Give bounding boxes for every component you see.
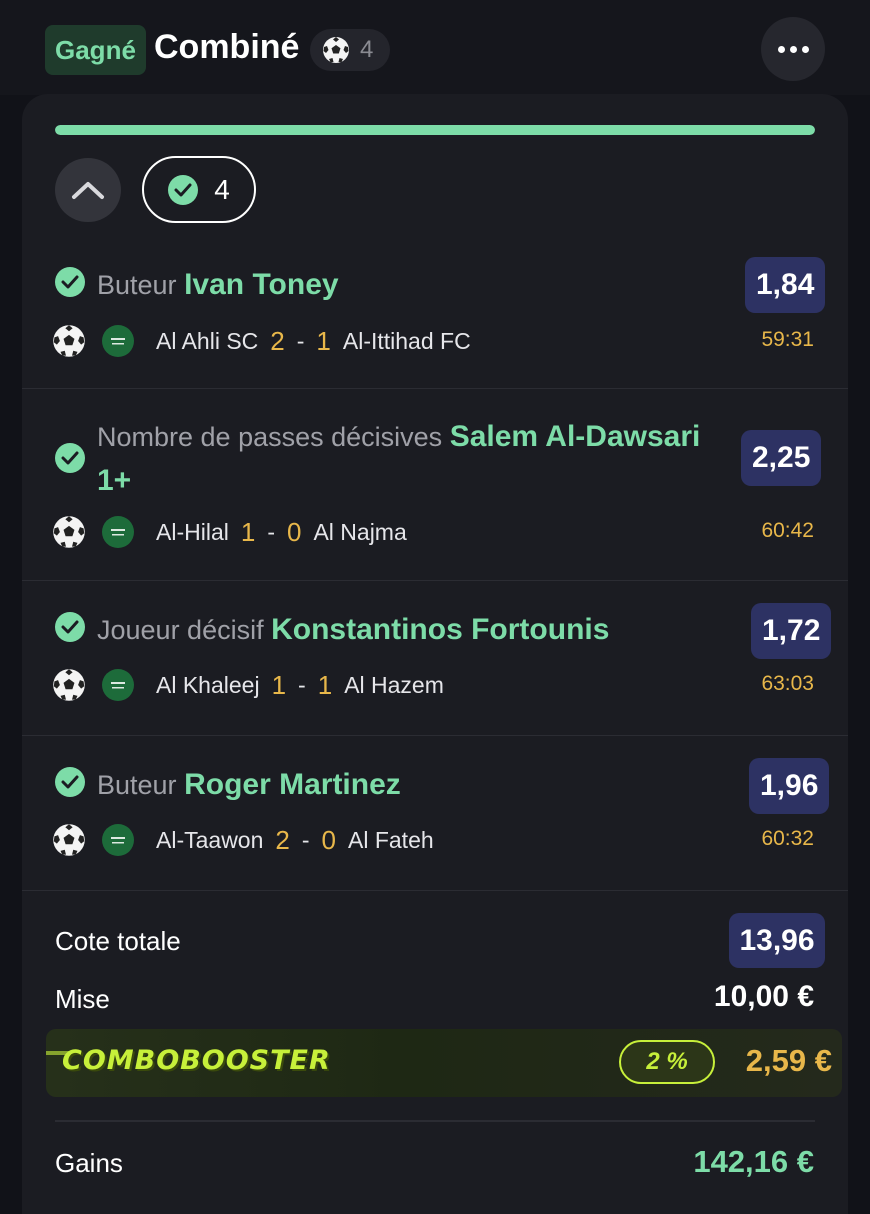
saudi-flag-icon: [102, 669, 134, 701]
winnings-value: 142,16 €: [693, 1144, 814, 1179]
selection-title: Buteur Ivan Toney: [55, 263, 717, 307]
selection-item[interactable]: Buteur Ivan Toney 1,84 Al Ahli SC 2 - 1 …: [22, 234, 848, 389]
more-options-button[interactable]: [761, 17, 825, 81]
player-name: Konstantinos Fortounis: [271, 613, 610, 646]
selection-title: Nombre de passes décisives Salem Al-Daws…: [55, 415, 737, 503]
check-icon: [168, 174, 199, 205]
home-team: Al-Taawon: [156, 826, 264, 853]
check-icon: [55, 443, 85, 473]
stake-label: Mise: [55, 984, 110, 1014]
bet-card: 4 Buteur Ivan Toney 1,84 Al Ahli SC 2 - …: [22, 94, 848, 1214]
match-row: Al-Hilal 1 - 0 Al Najma: [52, 512, 407, 552]
match-row: Al Ahli SC 2 - 1 Al-Ittihad FC: [52, 321, 471, 361]
match-time: 63:03: [761, 672, 814, 695]
total-odds-badge: 13,96: [729, 913, 825, 968]
home-score: 2: [275, 824, 290, 855]
won-count: 4: [214, 173, 230, 205]
market-label: Nombre de passes décisives: [97, 422, 443, 452]
odds-badge: 1,72: [751, 603, 832, 659]
selection-title: Joueur décisif Konstantinos Fortounis: [55, 608, 737, 652]
away-score: 1: [316, 325, 331, 356]
away-team: Al Hazem: [344, 671, 444, 698]
chevron-up-icon: [72, 182, 104, 199]
soccer-ball-icon: [53, 824, 85, 856]
check-icon: [55, 267, 85, 297]
won-count-pill[interactable]: 4: [142, 156, 256, 223]
selection-item[interactable]: Buteur Roger Martinez 1,96 Al-Taawon 2 -…: [22, 736, 848, 891]
bet-header: Gagné Combiné 4: [0, 0, 870, 95]
bet-title: Combiné: [154, 28, 300, 66]
match-time: 60:32: [761, 827, 814, 850]
combo-booster-banner: COMBOBOOSTER 2 % 2,59 €: [46, 1029, 842, 1097]
winnings-label: Gains: [55, 1148, 123, 1178]
market-label: Buteur: [97, 270, 177, 300]
odds-badge: 1,96: [749, 758, 830, 814]
away-team: Al Fateh: [348, 826, 434, 853]
saudi-flag-icon: [102, 824, 134, 856]
divider: [55, 1120, 815, 1122]
check-icon: [55, 612, 85, 642]
booster-amount: 2,59 €: [745, 1043, 832, 1078]
market-label: Joueur décisif: [97, 615, 264, 645]
saudi-flag-icon: [102, 325, 134, 357]
soccer-ball-icon: [53, 669, 85, 701]
odds-badge: 1,84: [745, 257, 826, 313]
stake-value: 10,00 €: [713, 980, 814, 1013]
home-score: 2: [270, 325, 285, 356]
selection-item[interactable]: Joueur décisif Konstantinos Fortounis 1,…: [22, 581, 848, 736]
soccer-ball-icon: [53, 516, 85, 548]
selection-item[interactable]: Nombre de passes décisives Salem Al-Daws…: [22, 389, 848, 581]
soccer-ball-icon: [323, 37, 349, 63]
total-odds-label: Cote totale: [55, 926, 181, 956]
status-badge: Gagné: [45, 25, 146, 75]
combo-booster-logo: COMBOBOOSTER: [62, 1045, 331, 1076]
player-name: Roger Martinez: [184, 768, 401, 801]
progress-fill: [55, 125, 815, 135]
market-label: Buteur: [97, 770, 177, 800]
home-team: Al-Hilal: [156, 518, 229, 545]
away-team: Al Najma: [313, 518, 407, 545]
away-team: Al-Ittihad FC: [342, 327, 471, 354]
home-score: 1: [271, 669, 287, 700]
sport-chip-count: 4: [360, 36, 374, 63]
home-score: 1: [240, 516, 256, 547]
away-score: 0: [286, 516, 302, 547]
saudi-flag-icon: [102, 516, 134, 548]
soccer-ball-icon: [53, 325, 85, 357]
match-time: 60:42: [761, 519, 814, 542]
progress-bar: [55, 125, 815, 135]
away-score: 1: [317, 669, 333, 700]
check-icon: [55, 767, 85, 797]
home-team: Al Ahli SC: [156, 327, 259, 354]
selection-title: Buteur Roger Martinez: [55, 763, 717, 807]
match-time: 59:31: [761, 328, 814, 351]
sport-chip: 4: [310, 29, 390, 71]
away-score: 0: [321, 824, 336, 855]
home-team: Al Khaleej: [156, 671, 260, 698]
collapse-button[interactable]: [55, 158, 121, 222]
player-name: Ivan Toney: [184, 268, 339, 301]
more-dots-icon: [777, 45, 785, 53]
odds-badge: 2,25: [741, 430, 822, 486]
booster-percent: 2 %: [619, 1040, 715, 1084]
match-row: Al-Taawon 2 - 0 Al Fateh: [52, 820, 434, 860]
match-row: Al Khaleej 1 - 1 Al Hazem: [52, 665, 444, 705]
